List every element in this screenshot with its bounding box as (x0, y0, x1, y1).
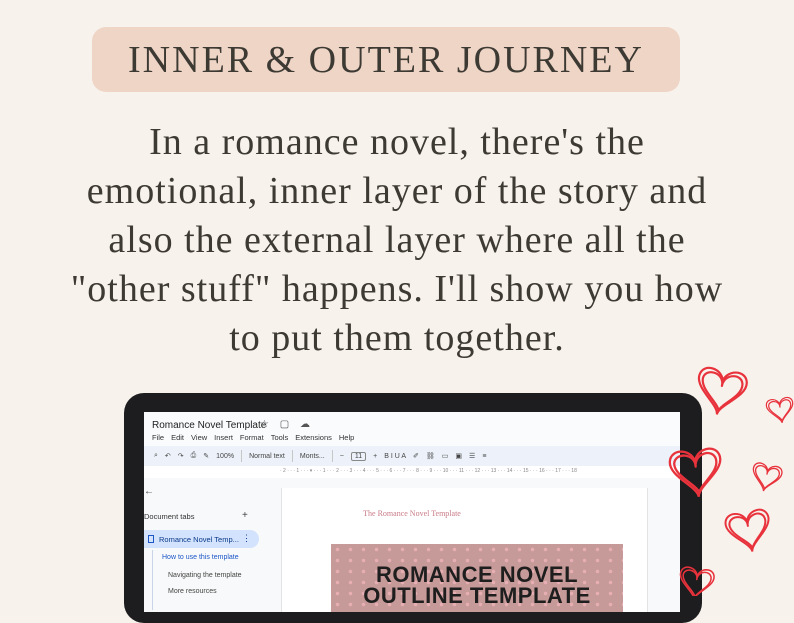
toolbar-divider (331, 450, 333, 462)
menu-extensions[interactable]: Extensions (295, 433, 332, 442)
menu-file[interactable]: File (152, 433, 164, 442)
menu-help[interactable]: Help (339, 433, 354, 442)
heart-icon (724, 508, 770, 553)
undo-icon[interactable]: ↶ (165, 452, 171, 460)
description-line: In a romance novel, there's the (149, 121, 645, 163)
title-pill: INNER & OUTER JOURNEY (92, 27, 680, 92)
outline-item[interactable]: Navigating the template (168, 572, 242, 579)
back-arrow-icon[interactable]: ← (144, 486, 154, 497)
list-icon[interactable]: ≡ (482, 453, 486, 460)
font-size-input[interactable]: 11 (350, 451, 367, 461)
decrease-size-icon[interactable]: − (340, 453, 344, 460)
ruler[interactable]: · 2 · · · 1 · · · ▾ · · · 1 · · · 2 · · … (280, 468, 680, 478)
banner-line: ROMANCE NOVEL (375, 562, 579, 587)
outline-item[interactable]: How to use this template (162, 554, 239, 561)
laptop-screen: Romance Novel Template ☆ ▢ ☁ File Edit V… (144, 412, 680, 612)
menu-format[interactable]: Format (240, 433, 264, 442)
paint-format-icon[interactable]: ✎ (203, 452, 209, 460)
active-tab-label: Romance Novel Temp... (159, 534, 239, 544)
doc-title[interactable]: Romance Novel Template (152, 420, 266, 431)
format-buttons[interactable]: B I U A (384, 453, 406, 460)
font-select[interactable]: Monts... (300, 453, 325, 460)
description-line: also the external layer where all the (108, 219, 686, 261)
menu-edit[interactable]: Edit (171, 433, 184, 442)
hearts-decoration (668, 366, 794, 596)
toolbar-divider (291, 450, 293, 462)
outline-guide (152, 550, 153, 610)
highlight-icon[interactable]: ✐ (413, 452, 419, 460)
heart-icon (697, 366, 748, 415)
menu-view[interactable]: View (191, 433, 207, 442)
zoom-select[interactable]: 100% (216, 453, 234, 460)
increase-size-icon[interactable]: + (373, 453, 377, 460)
heart-icon (765, 396, 794, 424)
heart-icon (752, 462, 783, 492)
comment-icon[interactable]: ▭ (442, 452, 449, 460)
link-icon[interactable]: ⛓ (426, 452, 435, 460)
description-line: "other stuff" happens. I'll show you how (70, 268, 724, 310)
search-menus-icon[interactable]: ⌕ (154, 452, 158, 460)
align-icon[interactable]: ☰ (469, 452, 475, 460)
menu-tools[interactable]: Tools (271, 433, 289, 442)
heart-icon (679, 566, 715, 596)
toolbar-divider (241, 450, 243, 462)
more-vert-icon[interactable]: ⋮ (242, 533, 251, 544)
heart-icon (668, 447, 722, 498)
outline-item[interactable]: More resources (168, 588, 217, 595)
star-folder-cloud-icon[interactable]: ☆ ▢ ☁ (260, 419, 314, 430)
description-line: emotional, inner layer of the story and (86, 170, 708, 212)
redo-icon[interactable]: ↷ (178, 452, 184, 460)
template-banner: ROMANCE NOVEL OUTLINE TEMPLATE (331, 544, 623, 612)
doc-toolbar: ⌕ ↶ ↷ ⎙ ✎ 100% Normal text Monts... − 11… (144, 446, 680, 466)
doc-page-header: The Romance Novel Template (363, 509, 461, 518)
image-icon[interactable]: ▣ (455, 452, 462, 460)
page-title: INNER & OUTER JOURNEY (128, 38, 644, 81)
style-select[interactable]: Normal text (249, 453, 285, 460)
document-icon (148, 535, 154, 543)
menu-bar: File Edit View Insert Format Tools Exten… (152, 433, 354, 442)
description: In a romance novel, there's the emotiona… (20, 118, 774, 363)
menu-insert[interactable]: Insert (214, 433, 233, 442)
sidebar-item-active-tab[interactable]: Romance Novel Temp... ⋮ (144, 530, 259, 548)
banner-text: ROMANCE NOVEL OUTLINE TEMPLATE (331, 562, 623, 607)
print-icon[interactable]: ⎙ (191, 452, 197, 460)
